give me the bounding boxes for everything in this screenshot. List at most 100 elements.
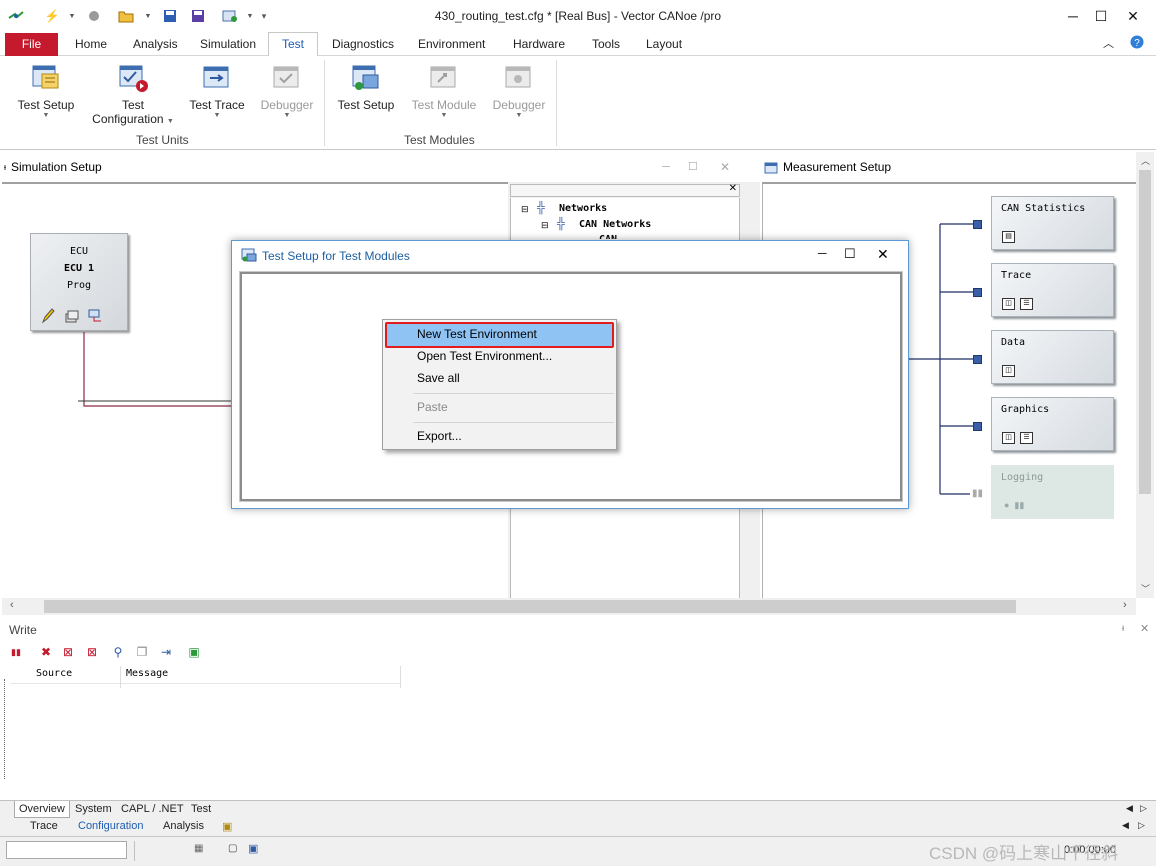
network-node-icon[interactable] — [87, 308, 103, 327]
context-menu: New Test Environment Open Test Environme… — [382, 319, 617, 450]
statistics-window-icon[interactable]: ▤ — [1002, 231, 1015, 243]
group-separator — [556, 60, 557, 146]
tree-item-networks[interactable]: Networks — [559, 203, 607, 214]
block-connector[interactable] — [973, 422, 982, 431]
graphics-window-icon[interactable]: ◫ — [1002, 432, 1015, 444]
menu-item-open-test-environment[interactable]: Open Test Environment... — [417, 349, 552, 363]
vertical-scroll-thumb[interactable] — [1139, 170, 1151, 494]
tree-header: ✕ — [510, 183, 740, 197]
menu-item-export[interactable]: Export... — [417, 429, 462, 443]
clear-window-icon[interactable]: ⊠ — [60, 644, 76, 660]
tab-layout[interactable]: Layout — [646, 37, 682, 51]
test-trace-icon — [201, 62, 233, 94]
scroll-right-icon[interactable]: › — [1123, 599, 1127, 611]
tab-overview[interactable]: Overview — [14, 801, 70, 818]
dialog-maximize-button[interactable]: ☐ — [844, 246, 856, 262]
help-icon[interactable]: ? — [1130, 35, 1144, 52]
panel-maximize-button[interactable]: ☐ — [688, 152, 698, 182]
tree-expander-icon[interactable]: ⊟ — [521, 204, 529, 215]
graphics-block[interactable]: Graphics ◫ ☰ — [991, 397, 1114, 451]
tab-tools[interactable]: Tools — [592, 37, 620, 51]
resize-grip[interactable] — [4, 679, 12, 779]
stack-icon[interactable] — [65, 308, 79, 327]
block-connector[interactable] — [973, 288, 982, 297]
tm-debugger-button: Debugger ▼ — [488, 62, 550, 120]
window-settings-icon[interactable]: ▣ — [186, 644, 202, 660]
trace-block[interactable]: Trace ◫ ☰ — [991, 263, 1114, 317]
menu-item-save-all[interactable]: Save all — [417, 371, 460, 385]
horizontal-scrollbar[interactable]: ‹ › — [2, 598, 1136, 615]
tab-analysis[interactable]: Analysis — [133, 37, 178, 51]
logging-block[interactable]: Logging ● ▮▮ — [991, 465, 1114, 519]
status-input[interactable] — [6, 841, 127, 859]
panel-minimize-button[interactable]: ─ — [662, 152, 670, 182]
tab-analysis[interactable]: Analysis — [163, 820, 204, 832]
scroll-down-icon[interactable]: ﹀ — [1141, 582, 1150, 595]
tree-close-icon[interactable]: ✕ — [729, 183, 737, 194]
graphics-list-icon[interactable]: ☰ — [1020, 432, 1033, 444]
edit-pencil-icon[interactable] — [41, 308, 55, 327]
dialog-close-button[interactable]: ✕ — [877, 246, 889, 263]
ecu-node[interactable]: ECU ECU 1 Prog — [30, 233, 128, 331]
tab-file[interactable]: File — [5, 33, 58, 56]
trace-window-icon[interactable]: ◫ — [1002, 298, 1015, 310]
tab-diagnostics[interactable]: Diagnostics — [332, 37, 394, 51]
tab-simulation[interactable]: Simulation — [200, 37, 256, 51]
tree-item-can-networks[interactable]: CAN Networks — [579, 219, 651, 230]
tab-test[interactable]: Test — [191, 803, 211, 815]
block-connector[interactable] — [973, 355, 982, 364]
scroll-left-icon[interactable]: ‹ — [10, 599, 14, 611]
test-configuration-button[interactable]: Test Configuration ▼ — [88, 62, 178, 129]
tab-test[interactable]: Test — [268, 32, 318, 57]
tab-next-icon[interactable]: ▷ — [1138, 820, 1145, 831]
test-module-setup-icon — [350, 62, 382, 94]
tab-next-icon[interactable]: ▷ — [1140, 803, 1147, 814]
tree-item-can[interactable]: CAN — [599, 234, 617, 239]
status-log-icon: ▣ — [248, 843, 259, 855]
panel-close-button[interactable]: ✕ — [720, 152, 730, 182]
new-desktop-icon[interactable]: ▣ — [222, 820, 232, 833]
tab-trace[interactable]: Trace — [30, 820, 58, 832]
column-source[interactable]: Source — [36, 668, 72, 679]
find-icon[interactable]: ⚲ — [110, 644, 126, 660]
tab-capl-net[interactable]: CAPL / .NET — [121, 803, 184, 815]
debugger-button: Debugger ▼ — [256, 62, 318, 120]
collapse-ribbon-icon[interactable]: ︿ — [1103, 35, 1114, 51]
maximize-button[interactable]: ☐ — [1084, 0, 1118, 32]
logging-record-icon[interactable]: ● ▮▮ — [1004, 500, 1024, 511]
logging-break-icon[interactable]: ▮▮ — [972, 488, 983, 499]
tab-environment[interactable]: Environment — [418, 37, 485, 51]
tab-hardware[interactable]: Hardware — [513, 37, 565, 51]
export-icon[interactable]: ⇥ — [158, 644, 174, 660]
tree-expander-icon[interactable]: ⊟ — [541, 220, 549, 231]
pause-icon[interactable]: ▮▮ — [8, 644, 24, 660]
copy-icon[interactable]: ❐ — [134, 644, 150, 660]
tab-prev-icon[interactable]: ◀ — [1122, 820, 1129, 831]
can-statistics-block[interactable]: CAN Statistics ▤ — [991, 196, 1114, 250]
data-block[interactable]: Data ◫ — [991, 330, 1114, 384]
pin-icon[interactable]: ᵻ — [1122, 623, 1124, 634]
measurement-wiring — [908, 223, 978, 495]
clear-icon[interactable]: ✖ — [38, 644, 54, 660]
tab-configuration[interactable]: Configuration — [78, 820, 143, 832]
tab-prev-icon[interactable]: ◀ — [1126, 803, 1133, 814]
data-window-icon[interactable]: ◫ — [1002, 365, 1015, 377]
menu-item-new-test-environment[interactable]: New Test Environment — [417, 327, 537, 341]
test-trace-button[interactable]: Test Trace ▼ — [184, 62, 250, 120]
horizontal-scroll-thumb[interactable] — [44, 600, 1016, 613]
trace-list-icon[interactable]: ☰ — [1020, 298, 1033, 310]
clear-all-icon[interactable]: ⊠ — [84, 644, 100, 660]
test-module-icon — [428, 62, 460, 94]
scroll-up-icon[interactable]: ︿ — [1141, 154, 1150, 167]
tm-test-setup-button[interactable]: Test Setup — [332, 62, 400, 112]
block-connector[interactable] — [973, 220, 982, 229]
tab-system[interactable]: System — [75, 803, 112, 815]
dialog-minimize-button[interactable]: ─ — [818, 246, 827, 260]
write-close-icon[interactable]: ✕ — [1140, 622, 1149, 635]
tab-home[interactable]: Home — [75, 37, 107, 51]
close-button[interactable]: ✕ — [1116, 0, 1150, 32]
vertical-scrollbar[interactable]: ︿ ﹀ — [1136, 152, 1154, 598]
test-setup-button[interactable]: Test Setup ▼ — [12, 62, 80, 120]
svg-text:?: ? — [1134, 38, 1140, 49]
column-message[interactable]: Message — [126, 668, 168, 679]
